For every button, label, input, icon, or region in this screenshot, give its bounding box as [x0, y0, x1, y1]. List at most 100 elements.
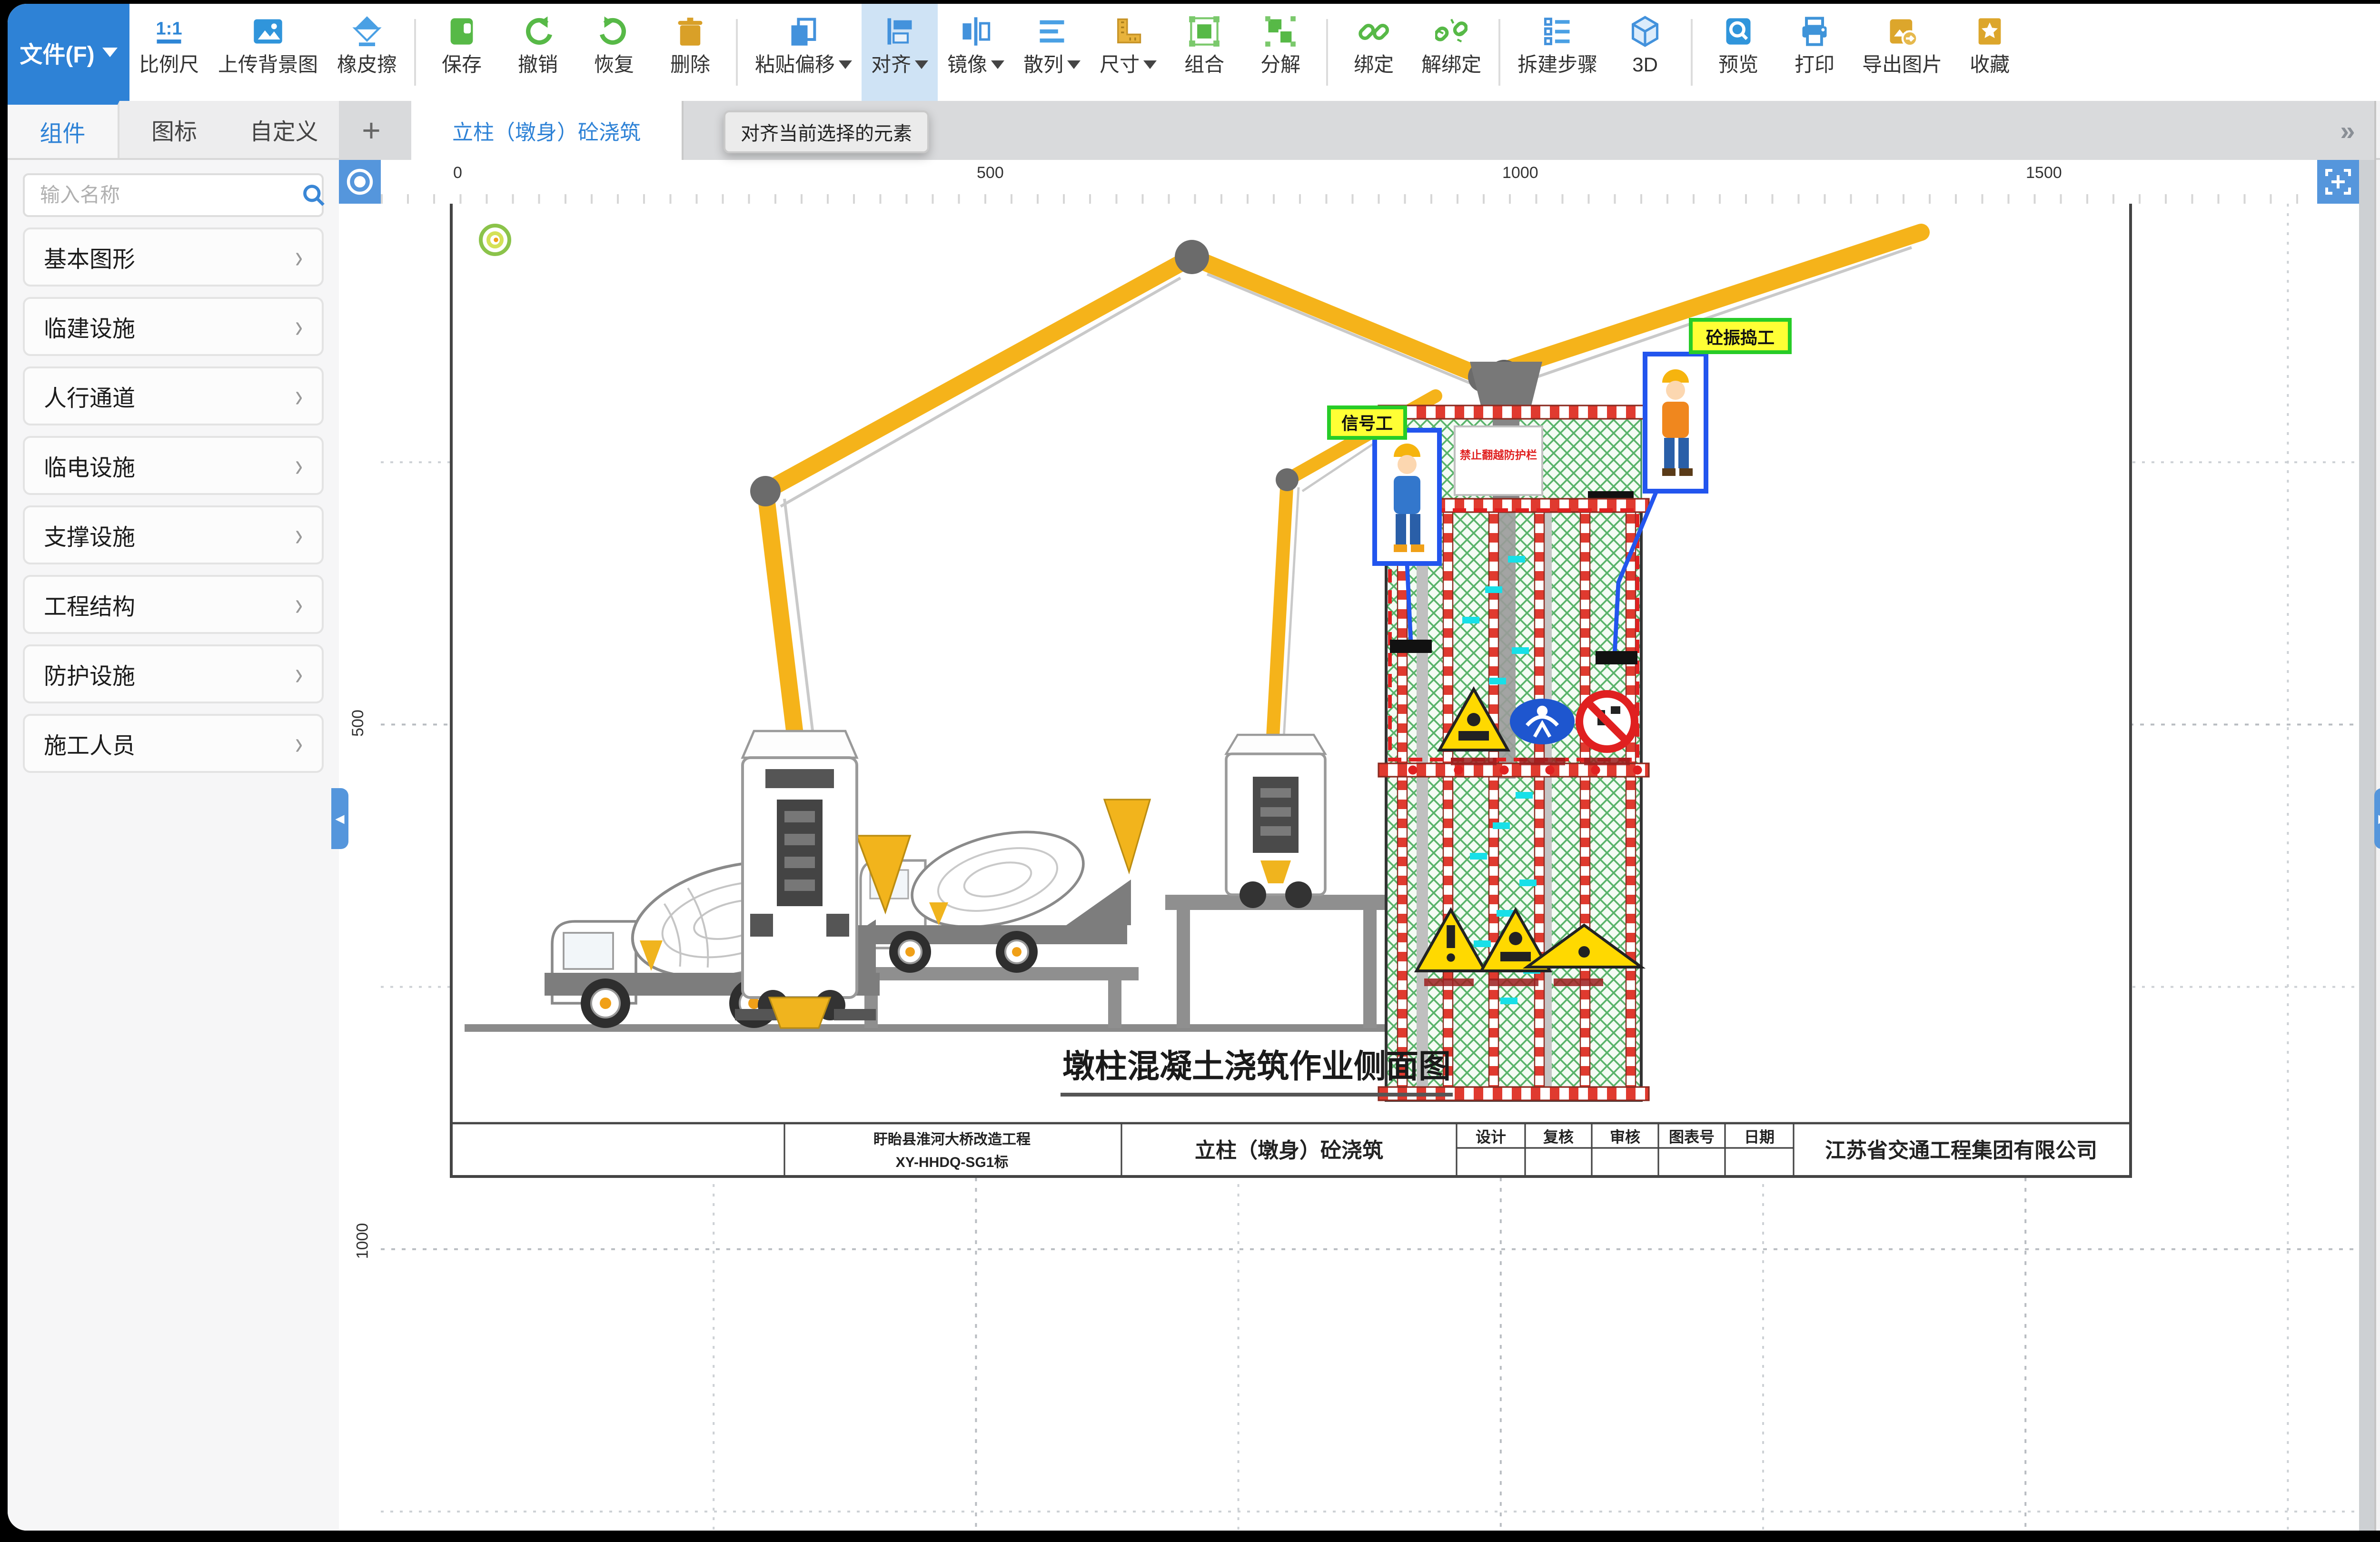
- ruler-tick: 1000: [1502, 164, 1538, 182]
- horizontal-ruler: 0 500 1000 1500: [381, 160, 2317, 204]
- tab-properties[interactable]: 属性: [2376, 101, 2380, 158]
- toolbar-separator: [1498, 19, 1500, 86]
- property-row-scale: 比例69.45%: [2376, 531, 2380, 583]
- toolbar-button-save[interactable]: 保存: [424, 4, 500, 101]
- drawing-canvas[interactable]: 禁止翻越防护栏: [381, 204, 2359, 1531]
- panel-tabs: 属性 图层: [2376, 101, 2380, 160]
- chevron-right-icon: ›: [295, 239, 303, 276]
- link-icon: [1358, 15, 1390, 48]
- property-row-border-width: 边框宽度1: [2376, 896, 2380, 948]
- toolbar-group-output: 预览 打印 导出图片 收藏: [1700, 4, 2028, 101]
- star-icon: [1973, 15, 2006, 48]
- worker-label: 信号工: [1341, 414, 1393, 433]
- toolbar-button-favorite[interactable]: 收藏: [1952, 4, 2028, 101]
- pump-truck-main[interactable]: [735, 731, 876, 1028]
- toolbar-button-eraser[interactable]: 橡皮擦: [327, 4, 407, 101]
- sidebar-item-basic-shapes[interactable]: 基本图形›: [23, 227, 324, 287]
- toolbar-label: 镜像: [947, 53, 1004, 76]
- toolbar-button-scale-ruler[interactable]: 1:1 比例尺: [129, 4, 208, 101]
- sidebar-item-structures[interactable]: 工程结构›: [23, 575, 324, 634]
- toolbar-label: 撤销: [518, 53, 558, 76]
- toolbar-label: 粘贴偏移: [755, 53, 852, 76]
- toolbar-button-redo[interactable]: 恢复: [576, 4, 652, 101]
- toolbar-button-mirror[interactable]: 镜像: [938, 4, 1014, 101]
- toolbar-button-align[interactable]: 对齐: [862, 4, 938, 101]
- ruler-row: 0 500 1000 1500: [339, 160, 2376, 206]
- category-label: 临电设施: [44, 449, 295, 482]
- toolbar-button-unbind[interactable]: 解绑定: [1412, 4, 1491, 101]
- toolbar-button-preview[interactable]: 预览: [1700, 4, 1776, 101]
- toolbar-button-scatter[interactable]: 散列: [1014, 4, 1090, 101]
- search-input[interactable]: [36, 182, 301, 208]
- file-menu-button[interactable]: 文件(F): [8, 4, 129, 101]
- toolbar-button-3d[interactable]: 3D: [1607, 4, 1683, 101]
- category-label: 工程结构: [44, 588, 295, 621]
- toolbar-label: 上传背景图: [218, 53, 318, 76]
- toolbar-button-upload-background[interactable]: 上传背景图: [208, 4, 327, 101]
- eraser-icon: [351, 15, 383, 48]
- sidebar-item-protection[interactable]: 防护设施›: [23, 644, 324, 703]
- sidebar-tab-components[interactable]: 组件: [8, 101, 119, 158]
- add-tab-button[interactable]: +: [339, 101, 404, 160]
- undo-icon: [522, 15, 554, 48]
- fit-view-button[interactable]: [2317, 160, 2359, 204]
- mandatory-harness-icon: [1510, 699, 1575, 744]
- sidebar-collapse-handle[interactable]: ◄: [331, 788, 348, 849]
- chevron-right-icon: ›: [295, 378, 303, 415]
- toolbar-label: 拆建步骤: [1517, 53, 1597, 76]
- toolbar-button-delete[interactable]: 删除: [652, 4, 728, 101]
- sidebar-tabs: 组件 图标 自定义: [8, 101, 339, 160]
- toolbar-button-build-steps[interactable]: 拆建步骤: [1508, 4, 1607, 101]
- toolbar-button-group[interactable]: 组合: [1166, 4, 1242, 101]
- sidebar-tab-custom[interactable]: 自定义: [229, 101, 339, 158]
- sidebar-item-walkways[interactable]: 人行通道›: [23, 366, 324, 425]
- toolbar-label: 比例尺: [139, 53, 199, 76]
- toolbar-button-paste-offset[interactable]: 粘贴偏移: [745, 4, 862, 101]
- ruler-tick: 500: [977, 164, 1004, 182]
- drawing-name: 立柱（墩身）砼浇筑: [1195, 1139, 1383, 1162]
- origin-button[interactable]: [339, 160, 381, 204]
- category-label: 人行通道: [44, 379, 295, 413]
- category-label: 支撑设施: [44, 518, 295, 552]
- toolbar-button-undo[interactable]: 撤销: [500, 4, 576, 101]
- toolbar-group-arrange: 粘贴偏移 对齐 镜像 散列 尺寸 组合: [745, 4, 1319, 101]
- toolbar-button-size[interactable]: 尺寸: [1090, 4, 1166, 101]
- toolbar-button-bind[interactable]: 绑定: [1336, 4, 1412, 101]
- property-row-bg-manage: 背景图管理操作: [2376, 322, 2380, 375]
- sidebar-tab-icons[interactable]: 图标: [119, 101, 229, 158]
- panel-collapse-handle[interactable]: ►: [2374, 788, 2380, 849]
- prohibition-sign-icon: [1579, 694, 1635, 749]
- sidebar-item-temp-facilities[interactable]: 临建设施›: [23, 297, 324, 356]
- toolbar-label: 对齐: [871, 53, 928, 76]
- search-icon[interactable]: [301, 183, 326, 208]
- magnifier-icon: [1722, 15, 1755, 48]
- property-row-frame-size: 制图框尺寸自定义: [2376, 635, 2380, 687]
- export-image-icon: [1886, 15, 1918, 48]
- toolbar-button-ungroup[interactable]: 分解: [1242, 4, 1319, 101]
- component-search[interactable]: [23, 173, 324, 217]
- worker-label: 砼振捣工: [1706, 328, 1775, 347]
- vertical-scrollbar[interactable]: [2359, 160, 2376, 1531]
- ruler-tick: 1500: [2026, 164, 2062, 182]
- svg-text:1:1: 1:1: [156, 18, 182, 39]
- drawing-title: 墩柱混凝土浇筑作业侧面图: [1062, 1048, 1451, 1085]
- save-icon: [446, 15, 478, 48]
- toolbar-button-print[interactable]: 打印: [1776, 4, 1853, 101]
- toolbar-label: 尺寸: [1100, 53, 1157, 76]
- project-code: XY-HHDQ-SG1标: [896, 1155, 1009, 1170]
- ruler-tick: 500: [349, 710, 367, 737]
- sidebar-item-support[interactable]: 支撑设施›: [23, 505, 324, 564]
- sidebar-item-temp-power[interactable]: 临电设施›: [23, 436, 324, 495]
- toolbar-button-export-image[interactable]: 导出图片: [1853, 4, 1952, 101]
- tab-overflow-button[interactable]: »: [2319, 101, 2376, 160]
- vertical-ruler: 500 1000: [339, 204, 383, 1531]
- document-tab-active[interactable]: 立柱（墩身）砼浇筑: [411, 101, 684, 160]
- toolbar-label: 散列: [1023, 53, 1081, 76]
- pier-column[interactable]: [1378, 499, 1649, 1100]
- sidebar-item-workers[interactable]: 施工人员›: [23, 714, 324, 773]
- toolbar-group-bind: 绑定 解绑定: [1336, 4, 1491, 101]
- th-chart-no: 图表号: [1669, 1128, 1715, 1146]
- toolbar-separator: [1691, 19, 1693, 86]
- image-icon: [252, 15, 284, 48]
- redo-icon: [598, 15, 630, 48]
